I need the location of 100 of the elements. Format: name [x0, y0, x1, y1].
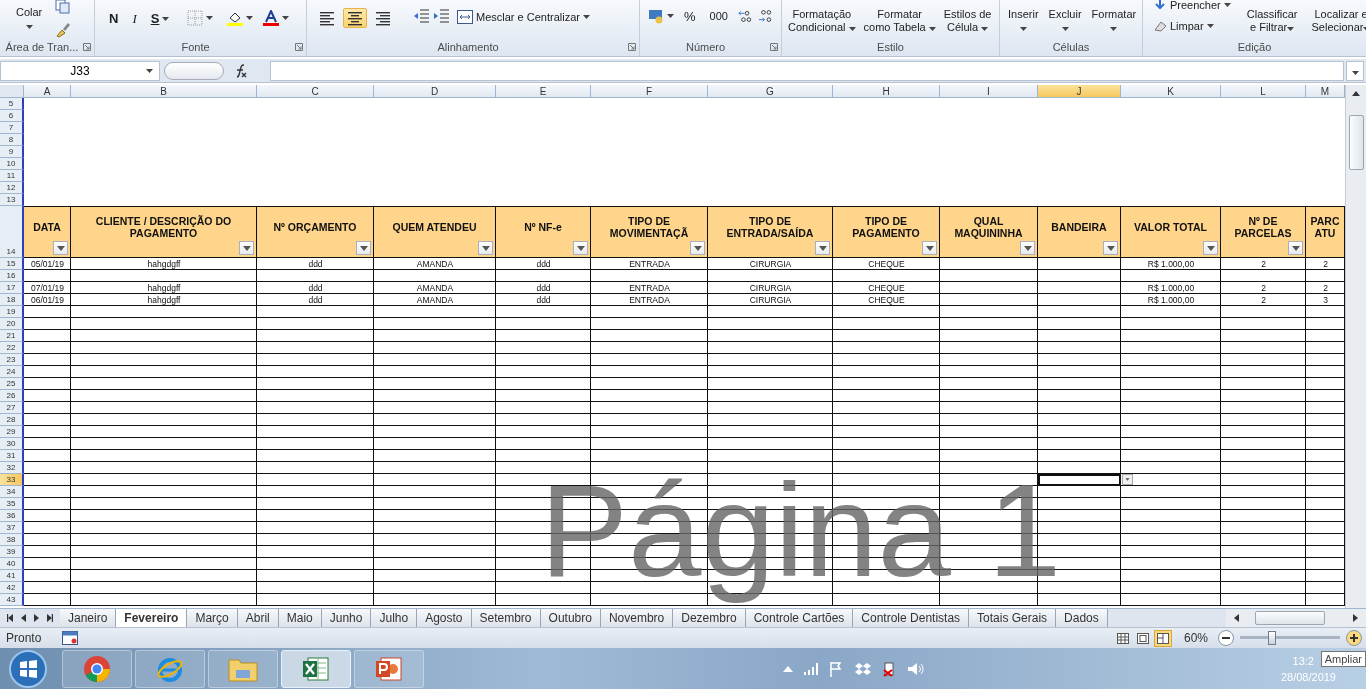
- row-number[interactable]: 12: [0, 182, 24, 194]
- row-number[interactable]: 34: [0, 486, 24, 498]
- cells-button[interactable]: Formatar: [1089, 8, 1139, 34]
- copy-icon[interactable]: [54, 0, 71, 16]
- row-number[interactable]: 31: [0, 450, 24, 462]
- formula-input-field[interactable]: [270, 60, 1344, 81]
- sheet-tab[interactable]: Agosto: [417, 609, 472, 627]
- increase-indent-icon[interactable]: [433, 8, 449, 24]
- edit-large-button[interactable]: Classificar e Filtrar: [1244, 8, 1300, 34]
- sheet-tab[interactable]: Setembro: [471, 609, 541, 627]
- sheet-tab[interactable]: Fevereiro: [116, 609, 188, 627]
- next-sheet-icon[interactable]: [33, 614, 40, 622]
- row-number[interactable]: 19: [0, 306, 24, 318]
- row-number[interactable]: 24: [0, 366, 24, 378]
- column-header[interactable]: I: [940, 85, 1038, 98]
- decrease-indent-icon[interactable]: [413, 8, 429, 24]
- filter-button[interactable]: [1203, 241, 1218, 255]
- brush-icon[interactable]: [54, 22, 71, 38]
- filter-button[interactable]: [1020, 241, 1035, 255]
- row-number[interactable]: 26: [0, 390, 24, 402]
- sheet-tab[interactable]: Dados: [1056, 609, 1108, 627]
- fill-color-icon[interactable]: [227, 10, 244, 26]
- selected-cell[interactable]: [1038, 474, 1121, 486]
- column-header[interactable]: C: [257, 85, 374, 98]
- zoom-slider-thumb[interactable]: [1268, 631, 1276, 645]
- column-header[interactable]: F: [591, 85, 708, 98]
- row-number[interactable]: 30: [0, 438, 24, 450]
- column-header[interactable]: K: [1121, 85, 1221, 98]
- row-number[interactable]: 39: [0, 546, 24, 558]
- row-number[interactable]: 43: [0, 594, 24, 606]
- row-number[interactable]: 28: [0, 414, 24, 426]
- filter-button[interactable]: [1103, 241, 1118, 255]
- column-header[interactable]: M: [1306, 85, 1345, 98]
- row-number[interactable]: 35: [0, 498, 24, 510]
- sheet-tab[interactable]: Outubro: [540, 609, 601, 627]
- sheet-tab[interactable]: Dezembro: [673, 609, 746, 627]
- filter-button[interactable]: [356, 241, 371, 255]
- filter-button[interactable]: [239, 241, 254, 255]
- cells-button[interactable]: Excluir: [1046, 8, 1084, 34]
- row-number[interactable]: 37: [0, 522, 24, 534]
- row-number[interactable]: 15: [0, 258, 24, 270]
- dialog-launcher-icon[interactable]: [295, 43, 303, 51]
- sheet-tab[interactable]: Janeiro: [60, 609, 117, 627]
- row-number[interactable]: 16: [0, 270, 24, 282]
- zoom-in-button[interactable]: [1346, 630, 1362, 646]
- sheet-tab[interactable]: Novembro: [600, 609, 674, 627]
- row-number[interactable]: 6: [0, 110, 24, 122]
- italic-button[interactable]: I: [128, 10, 141, 29]
- thousands-button[interactable]: 000: [705, 8, 732, 25]
- previous-sheet-icon[interactable]: [20, 614, 27, 622]
- row-number[interactable]: 40: [0, 558, 24, 570]
- macro-record-icon[interactable]: [62, 631, 78, 645]
- row-number[interactable]: 20: [0, 318, 24, 330]
- decrease-decimal-icon[interactable]: [758, 8, 773, 24]
- last-sheet-icon[interactable]: [46, 614, 53, 622]
- row-number[interactable]: 41: [0, 570, 24, 582]
- underline-button[interactable]: S: [146, 10, 174, 29]
- row-number[interactable]: 36: [0, 510, 24, 522]
- cells-button[interactable]: Inserir: [1006, 8, 1041, 34]
- dialog-launcher-icon[interactable]: [628, 43, 636, 51]
- sheet-tab[interactable]: Março: [187, 609, 238, 627]
- row-number[interactable]: 17: [0, 282, 24, 294]
- row-number[interactable]: 27: [0, 402, 24, 414]
- column-header[interactable]: D: [374, 85, 496, 98]
- scrollbar-thumb[interactable]: [1255, 611, 1325, 625]
- filter-button[interactable]: [573, 241, 588, 255]
- edit-button[interactable]: Limpar: [1149, 17, 1235, 35]
- row-number[interactable]: 29: [0, 426, 24, 438]
- column-header[interactable]: A: [24, 85, 71, 98]
- style-button[interactable]: Estilos de Célula: [941, 8, 994, 34]
- start-button-icon[interactable]: [8, 648, 48, 689]
- sheet-tab[interactable]: Abril: [237, 609, 279, 627]
- row-number[interactable]: 13: [0, 194, 24, 206]
- view-button[interactable]: [1153, 629, 1172, 647]
- scrollbar-thumb[interactable]: [1348, 115, 1364, 170]
- sheet-tab[interactable]: Maio: [278, 609, 322, 627]
- column-header[interactable]: G: [708, 85, 833, 98]
- row-number[interactable]: 18: [0, 294, 24, 306]
- row-number[interactable]: 8: [0, 134, 24, 146]
- sheet-tab[interactable]: Julho: [371, 609, 418, 627]
- bold-button[interactable]: N: [105, 10, 123, 29]
- filter-button[interactable]: [1288, 241, 1303, 255]
- style-button[interactable]: Formatação Condicional: [786, 8, 858, 34]
- zoom-out-button[interactable]: [1218, 630, 1234, 646]
- row-number[interactable]: 7: [0, 122, 24, 134]
- row-number[interactable]: 5: [0, 98, 24, 110]
- filter-button[interactable]: [815, 241, 830, 255]
- row-number[interactable]: 14: [0, 206, 24, 258]
- row-number[interactable]: 38: [0, 534, 24, 546]
- paste-button[interactable]: Colar: [14, 6, 45, 32]
- percent-button[interactable]: %: [680, 8, 700, 27]
- name-box[interactable]: J33: [0, 60, 160, 81]
- row-number[interactable]: 23: [0, 354, 24, 366]
- column-header[interactable]: L: [1221, 85, 1306, 98]
- filter-button[interactable]: [478, 241, 493, 255]
- row-number[interactable]: 11: [0, 170, 24, 182]
- function-icon[interactable]: [234, 63, 248, 78]
- font-color-icon[interactable]: [263, 10, 280, 26]
- row-number[interactable]: 10: [0, 158, 24, 170]
- align-button[interactable]: [343, 8, 367, 28]
